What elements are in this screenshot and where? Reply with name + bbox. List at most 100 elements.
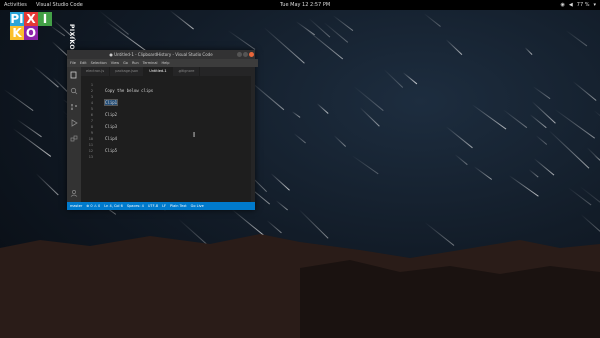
star-trail [296, 21, 316, 36]
volume-icon: ◀ [568, 2, 573, 8]
logo-tile: O [24, 26, 38, 40]
star-trail [455, 153, 469, 165]
star-trail [471, 104, 506, 130]
star-trail [530, 113, 547, 128]
search-icon[interactable] [70, 87, 78, 95]
maximize-button[interactable] [243, 52, 248, 57]
status-go-live[interactable]: Go Live [191, 202, 204, 210]
menu-view[interactable]: View [111, 59, 119, 67]
tab-package-json[interactable]: package.json [110, 67, 145, 76]
menu-help[interactable]: Help [161, 59, 169, 67]
tab-electron-js[interactable]: electron.js [81, 67, 111, 76]
star-trail [534, 157, 555, 176]
battery-label: 77 % [576, 2, 590, 8]
status-eol[interactable]: LF [162, 202, 166, 210]
status-branch[interactable]: master [70, 202, 82, 210]
star-trail [383, 69, 403, 88]
star-trail [554, 109, 595, 139]
star-trail [529, 168, 540, 178]
top-panel: Activities Visual Studio Code Tue May 12… [0, 0, 600, 10]
star-trail [531, 101, 556, 125]
editor-scrollbar[interactable] [251, 76, 255, 202]
star-trail [332, 15, 353, 32]
line-number: 13 [88, 155, 93, 159]
vscode-window[interactable]: ● Untitled-1 - ClipboardHistory - Visual… [67, 50, 258, 210]
star-trail [263, 26, 305, 64]
tab-gitignore[interactable]: .gitignore [173, 67, 201, 76]
close-button[interactable] [249, 52, 254, 57]
status-position[interactable]: Ln 4, Col 6 [104, 202, 123, 210]
menu-file[interactable]: File [70, 59, 76, 67]
star-trail [98, 10, 129, 36]
mountain-silhouette [0, 234, 600, 338]
star-trail [351, 155, 379, 175]
extensions-icon[interactable] [70, 135, 78, 143]
star-trail [12, 128, 51, 158]
explorer-icon[interactable] [70, 71, 78, 79]
logo-tile: K [10, 26, 24, 40]
star-trail [333, 134, 346, 147]
activities-button[interactable]: Activities [4, 0, 27, 10]
star-trail [565, 29, 587, 46]
pixiko-logo: PI X I K O PIXIKO [10, 12, 75, 50]
app-menu[interactable]: Visual Studio Code [36, 0, 83, 10]
star-trail [586, 147, 600, 163]
editor-area[interactable]: 1 2 3 4 5 6 7 8 9 10 11 12 13 Copy the b… [81, 76, 255, 202]
selected-text: Clip1 [103, 99, 119, 106]
star-trail [275, 200, 289, 211]
window-title: ● Untitled-1 - ClipboardHistory - Visual… [67, 50, 255, 59]
chevron-down-icon: ▾ [593, 2, 596, 8]
star-trail [227, 29, 256, 50]
star-trail [572, 81, 597, 102]
accounts-icon[interactable] [70, 189, 78, 197]
editor-tabs: electron.js package.json Untitled-1 .git… [81, 67, 255, 76]
star-trail [536, 135, 548, 145]
text-cursor-icon: I [193, 131, 196, 139]
star-trail [502, 109, 528, 129]
code-line: Copy the below clips [105, 88, 154, 93]
star-trail [548, 130, 589, 169]
logo-tile: I [38, 12, 52, 26]
debug-icon[interactable] [70, 119, 78, 127]
star-trail [33, 66, 60, 89]
star-trail [169, 10, 195, 30]
star-trail [270, 172, 290, 191]
star-trail [105, 21, 149, 53]
system-tray[interactable]: ◉ ◀ 77 % ▾ [561, 0, 596, 10]
logo-tile: X [24, 12, 38, 26]
activity-bar [67, 67, 81, 202]
star-trail [3, 89, 34, 112]
menu-selection[interactable]: Selection [91, 59, 107, 67]
star-trail [532, 85, 551, 99]
menu-edit[interactable]: Edit [80, 59, 87, 67]
status-language[interactable]: Plain Text [170, 202, 187, 210]
menu-go[interactable]: Go [123, 59, 128, 67]
star-trail [402, 71, 418, 84]
logo-tile: PI [10, 12, 24, 26]
menu-run[interactable]: Run [132, 59, 139, 67]
status-encoding[interactable]: UTF-8 [148, 202, 158, 210]
status-problems[interactable]: ⊗ 0 ⚠ 0 [86, 202, 100, 210]
menu-bar: File Edit Selection View Go Run Terminal… [67, 59, 258, 67]
menu-terminal[interactable]: Terminal [143, 59, 158, 67]
star-trail [508, 175, 539, 197]
star-trail [445, 126, 473, 149]
star-trail [567, 186, 591, 205]
star-trail [594, 110, 600, 143]
star-trail [316, 102, 329, 114]
source-control-icon[interactable] [70, 103, 78, 111]
star-trail [293, 133, 307, 144]
star-trail [445, 39, 463, 56]
clock[interactable]: Tue May 12 2:57 PM [280, 0, 330, 10]
star-trail [579, 185, 600, 219]
code-content[interactable]: Copy the below clips Clip1 Clip2 Clip3 C… [103, 82, 154, 160]
star-trail [424, 13, 442, 27]
network-icon: ◉ [560, 2, 565, 8]
minimize-button[interactable] [237, 52, 242, 57]
line-gutter: 1 2 3 4 5 6 7 8 9 10 11 12 13 [81, 82, 95, 160]
star-trail [524, 46, 533, 55]
tab-untitled-1[interactable]: Untitled-1 [144, 67, 173, 76]
star-trail [292, 110, 301, 118]
status-indent[interactable]: Spaces: 4 [127, 202, 144, 210]
